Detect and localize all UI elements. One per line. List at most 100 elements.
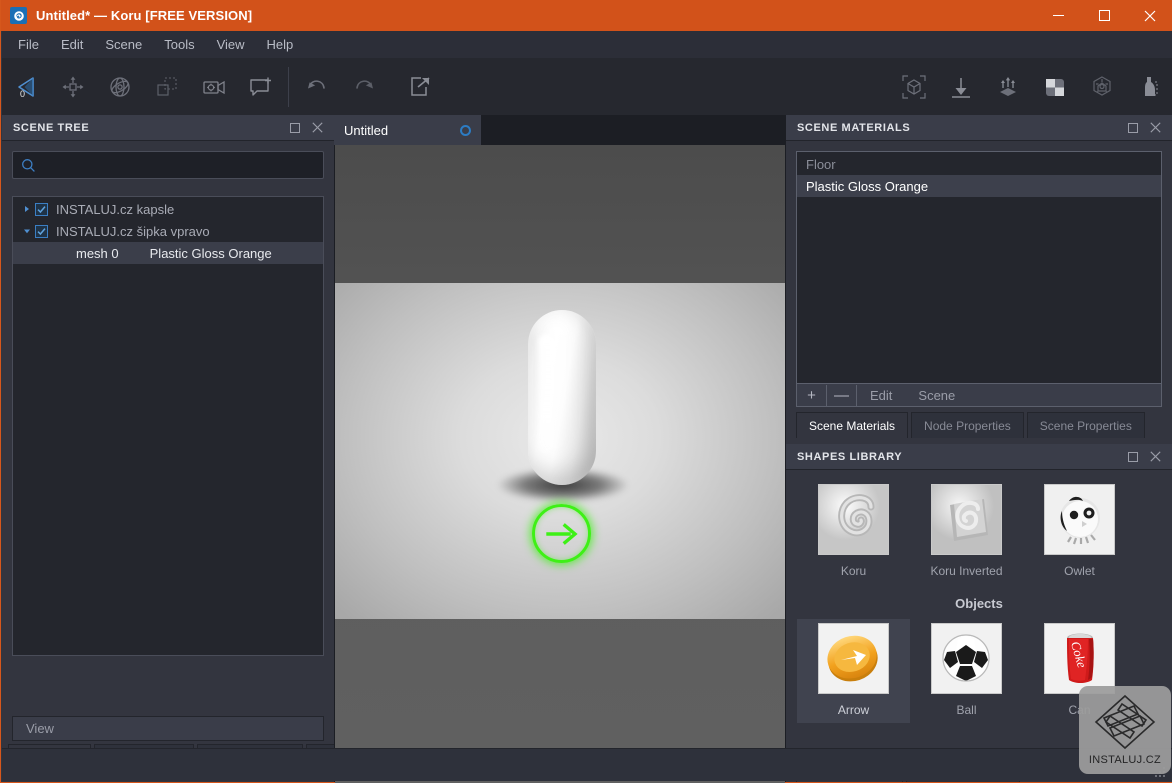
koru-app-icon: [10, 7, 27, 24]
capsule-object[interactable]: [528, 310, 596, 485]
scene-materials-close-button[interactable]: [1144, 117, 1166, 139]
scene-tree-view-bar[interactable]: View: [12, 716, 324, 741]
menu-file[interactable]: File: [7, 33, 50, 56]
float-square-icon: [1128, 122, 1138, 133]
scale-tool-button[interactable]: [143, 65, 190, 109]
owlet-thumb: [1044, 484, 1115, 555]
shapes-library-close-button[interactable]: [1144, 446, 1166, 468]
scene-tree-panel-title: SCENE TREE: [13, 121, 90, 134]
export-tool-button[interactable]: [396, 65, 443, 109]
tree-node-visibility-checkbox[interactable]: [35, 202, 48, 216]
viewport-tab-untitled[interactable]: Untitled: [334, 115, 481, 145]
shapes-library-float-button[interactable]: [1122, 446, 1144, 468]
tab-scene-properties[interactable]: Scene Properties: [1026, 412, 1145, 438]
shape-item-owlet[interactable]: Owlet: [1023, 480, 1136, 584]
shape-label: Arrow: [837, 703, 870, 717]
camera-settings-tool-button[interactable]: [190, 65, 237, 109]
tree-row-mesh[interactable]: mesh 0 Plastic Gloss Orange: [13, 242, 323, 264]
capsule-highlight: [538, 334, 555, 454]
scene-materials-list[interactable]: Floor Plastic Gloss Orange: [796, 151, 1162, 384]
shape-item-arrow[interactable]: Arrow: [797, 619, 910, 723]
tab-node-properties[interactable]: Node Properties: [911, 412, 1024, 438]
arrow-thumb: [818, 623, 889, 694]
shape-item-koru-inverted[interactable]: Koru Inverted: [910, 480, 1023, 584]
environment-tool-button[interactable]: [1078, 65, 1125, 109]
scene-tree-header-buttons: [284, 117, 334, 139]
float-square-icon: [1128, 451, 1138, 462]
edit-material-button[interactable]: Edit: [857, 385, 905, 406]
arrow-gizmo[interactable]: [532, 504, 591, 563]
menu-help[interactable]: Help: [256, 33, 305, 56]
bounding-box-tool-button[interactable]: [890, 65, 937, 109]
drop-to-floor-icon: [951, 77, 970, 98]
select-tool-button[interactable]: 0: [2, 65, 49, 109]
scene-tree-body: INSTALUJ.cz kapsle INSTALUJ.cz šipka vpr…: [2, 141, 334, 741]
material-list-item[interactable]: Floor: [797, 153, 1161, 175]
panel-close-icon: [1149, 122, 1161, 133]
tree-mesh-name: mesh 0: [76, 245, 119, 261]
minimize-button[interactable]: [1035, 0, 1081, 31]
scene-tree-close-button[interactable]: [306, 117, 328, 139]
viewport-stage[interactable]: [335, 145, 785, 783]
koru-inverted-thumb: [931, 484, 1002, 555]
koru-spiral-thumb: [818, 484, 889, 555]
shapes-library-header-buttons: [1122, 446, 1172, 468]
installuj-watermark: INSTALUJ.CZ: [1079, 686, 1171, 774]
scene-materials-tabbar: Scene Materials Node Properties Scene Pr…: [786, 412, 1172, 438]
shapes-group-objects-label: Objects: [955, 596, 1003, 611]
menu-view[interactable]: View: [206, 33, 256, 56]
undo-tool-button[interactable]: [293, 65, 340, 109]
close-button[interactable]: [1127, 0, 1172, 31]
move-tool-button[interactable]: [49, 65, 96, 109]
lighting-bottle-icon: [1144, 76, 1157, 96]
scene-tree-search-input[interactable]: [42, 157, 315, 173]
tree-node-sipka[interactable]: INSTALUJ.cz šipka vpravo: [13, 220, 323, 242]
tab-scene-materials[interactable]: Scene Materials: [796, 412, 909, 438]
material-list-item[interactable]: Plastic Gloss Orange: [797, 175, 1161, 197]
rotate-tool-button[interactable]: [96, 65, 143, 109]
environment-icon: [1092, 75, 1111, 96]
explode-icon: [999, 76, 1016, 96]
shape-item-ball[interactable]: Ball: [910, 619, 1023, 723]
camera-gear-icon: [202, 80, 225, 94]
menu-edit[interactable]: Edit: [50, 33, 94, 56]
drop-to-floor-tool-button[interactable]: [937, 65, 984, 109]
scene-materials-float-button[interactable]: [1122, 117, 1144, 139]
chevron-down-icon[interactable]: [19, 227, 35, 235]
lighting-tool-button[interactable]: [1125, 65, 1172, 109]
tree-node-kapsle[interactable]: INSTALUJ.cz kapsle: [13, 198, 323, 220]
shapes-library-panel-header: SHAPES LIBRARY: [786, 444, 1172, 470]
scene-tree-search-box[interactable]: [12, 151, 324, 179]
checker-background-tool-button[interactable]: [1031, 65, 1078, 109]
scene-materials-panel-header: SCENE MATERIALS: [786, 115, 1172, 141]
scene-tree-list[interactable]: INSTALUJ.cz kapsle INSTALUJ.cz šipka vpr…: [12, 196, 324, 656]
shape-label: Koru Inverted: [930, 564, 1003, 578]
shapes-row-primitives: Koru Koru Inverted Owlet: [786, 470, 1172, 584]
float-square-icon: [290, 122, 300, 133]
add-material-button[interactable]: +: [797, 384, 827, 406]
render-canvas[interactable]: [335, 283, 785, 619]
panel-close-icon: [311, 122, 323, 133]
redo-tool-button[interactable]: [340, 65, 387, 109]
arrow-right-icon: [545, 522, 578, 545]
installuj-logo-icon: [1094, 694, 1156, 750]
right-dock: SCENE MATERIALS Floor Plastic Gloss Oran…: [786, 115, 1172, 782]
shape-item-koru[interactable]: Koru: [797, 480, 910, 584]
add-annotation-tool-button[interactable]: [237, 65, 284, 109]
minimize-icon: [1052, 15, 1064, 16]
status-bar: [2, 748, 1172, 781]
chevron-right-icon[interactable]: [19, 205, 35, 213]
remove-material-button[interactable]: —: [827, 384, 857, 406]
scene-material-button[interactable]: Scene: [905, 385, 968, 406]
shapes-library-panel-title: SHAPES LIBRARY: [797, 450, 903, 463]
window-title: Untitled* — Koru [FREE VERSION]: [36, 8, 253, 23]
scene-tree-float-button[interactable]: [284, 117, 306, 139]
explode-tool-button[interactable]: [984, 65, 1031, 109]
tree-mesh-material: Plastic Gloss Orange: [149, 245, 272, 261]
redo-arrow-icon: [355, 79, 373, 89]
menu-tools[interactable]: Tools: [153, 33, 205, 56]
maximize-button[interactable]: [1081, 0, 1127, 31]
menu-scene[interactable]: Scene: [94, 33, 153, 56]
tree-node-label: INSTALUJ.cz šipka vpravo: [56, 223, 210, 239]
tree-node-visibility-checkbox[interactable]: [35, 224, 48, 238]
